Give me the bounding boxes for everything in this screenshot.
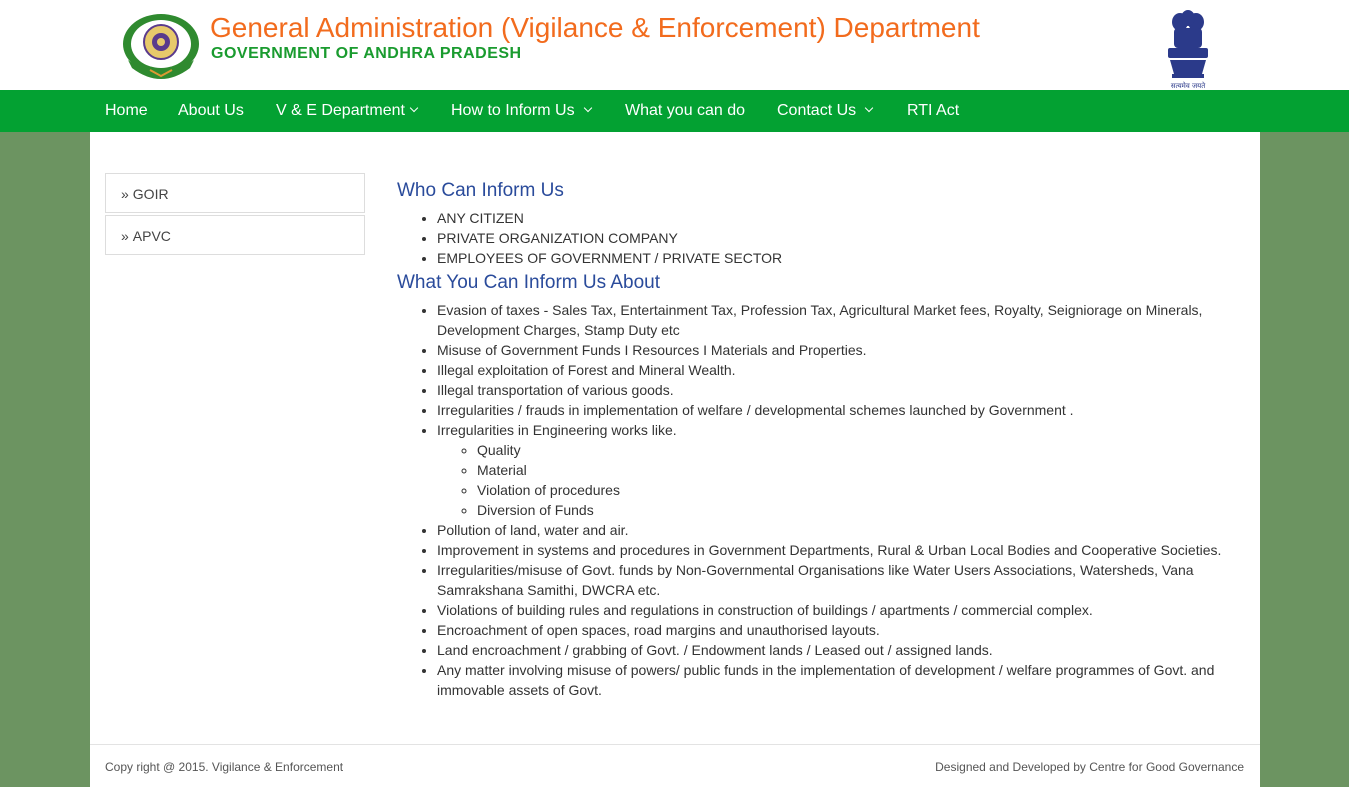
chevron-down-icon — [583, 103, 592, 113]
nav-about-us-label: About Us — [178, 102, 244, 119]
copyright-text: Copy right @ 2015. Vigilance & Enforceme… — [105, 760, 344, 774]
engineering-sublist: Quality Material Violation of procedures… — [437, 440, 1242, 520]
sublist-item: Quality — [477, 440, 1242, 460]
sidebar-item-apvc[interactable]: » APVC — [105, 215, 365, 255]
list-item: Pollution of land, water and air. — [437, 520, 1242, 540]
credit-text: Designed and Developed by Centre for Goo… — [935, 760, 1244, 774]
list-item: Encroachment of open spaces, road margin… — [437, 620, 1242, 640]
sidebar-item-goir[interactable]: » GOIR — [105, 173, 365, 213]
chevron-down-icon — [409, 103, 419, 113]
list-item: EMPLOYEES OF GOVERNMENT / PRIVATE SECTOR — [437, 248, 1242, 268]
list-item-engineering: Irregularities in Engineering works like… — [437, 420, 1242, 520]
sidebar-item-label: GOIR — [132, 186, 169, 202]
main-container: »GOIR »APVC Who Can Inform Us ANY CITIZE… — [90, 132, 1260, 744]
list-item: Land encroachment / grabbing of Govt. / … — [437, 640, 1242, 660]
emblem-caption: सत्यमेव जयते — [1171, 81, 1206, 90]
government-subtitle: GOVERNMENT OF ANDHRA PRADESH — [211, 45, 522, 62]
nav-ve-department[interactable]: V & E Department — [276, 90, 419, 132]
nav-what-you-can-do-label: What you can do — [625, 102, 746, 119]
ap-government-seal-icon[interactable] — [120, 12, 202, 82]
nav-home[interactable]: Home — [105, 90, 148, 132]
nav-about-us[interactable]: About Us — [178, 90, 244, 132]
sublist-item: Violation of procedures — [477, 480, 1242, 500]
list-item: PRIVATE ORGANIZATION COMPANY — [437, 228, 1242, 248]
list-item: Illegal exploitation of Forest and Miner… — [437, 360, 1242, 380]
nav-how-to-inform-us-label: How to Inform Us — [451, 102, 575, 119]
sidebar-item-label: APVC — [132, 228, 171, 244]
nav-what-you-can-do[interactable]: What you can do — [625, 90, 745, 132]
what-to-inform-list: Evasion of taxes - Sales Tax, Entertainm… — [397, 300, 1242, 700]
site-header: General Administration (Vigilance & Enfo… — [0, 0, 1349, 90]
list-item: Any matter involving misuse of powers/ p… — [437, 660, 1242, 700]
nav-contact-us[interactable]: Contact Us — [777, 90, 874, 132]
list-item: Misuse of Government Funds I Resources I… — [437, 340, 1242, 360]
double-chevron-right-icon: » — [121, 228, 129, 244]
national-emblem-icon: सत्यमेव जयते — [1162, 8, 1214, 90]
list-item: Violations of building rules and regulat… — [437, 600, 1242, 620]
site-footer: Copy right @ 2015. Vigilance & Enforceme… — [90, 744, 1260, 787]
list-item: Irregularities/misuse of Govt. funds by … — [437, 560, 1242, 600]
nav-contact-us-label: Contact Us — [777, 102, 857, 119]
list-item-text: Irregularities in Engineering works like… — [437, 422, 677, 438]
department-title: General Administration (Vigilance & Enfo… — [210, 12, 980, 43]
section-heading-what-to-inform: What You Can Inform Us About — [397, 272, 660, 293]
nav-home-label: Home — [105, 102, 148, 119]
chevron-down-icon — [864, 103, 874, 113]
nav-how-to-inform-us[interactable]: How to Inform Us — [451, 90, 592, 132]
who-can-inform-list: ANY CITIZEN PRIVATE ORGANIZATION COMPANY… — [397, 208, 1242, 268]
nav-rti-act-label: RTI Act — [907, 102, 960, 119]
sublist-item: Material — [477, 460, 1242, 480]
main-content: Who Can Inform Us ANY CITIZEN PRIVATE OR… — [397, 178, 1242, 700]
double-chevron-right-icon: » — [121, 186, 129, 202]
nav-rti-act[interactable]: RTI Act — [907, 90, 959, 132]
main-navbar: Home About Us V & E Department How to In… — [0, 90, 1349, 132]
list-item: Improvement in systems and procedures in… — [437, 540, 1242, 560]
list-item: Illegal transportation of various goods. — [437, 380, 1242, 400]
list-item: Irregularities / frauds in implementatio… — [437, 400, 1242, 420]
section-heading-who-can-inform: Who Can Inform Us — [397, 180, 564, 201]
sublist-item: Diversion of Funds — [477, 500, 1242, 520]
list-item: Evasion of taxes - Sales Tax, Entertainm… — [437, 300, 1242, 340]
nav-ve-department-label: V & E Department — [276, 102, 405, 119]
list-item: ANY CITIZEN — [437, 208, 1242, 228]
